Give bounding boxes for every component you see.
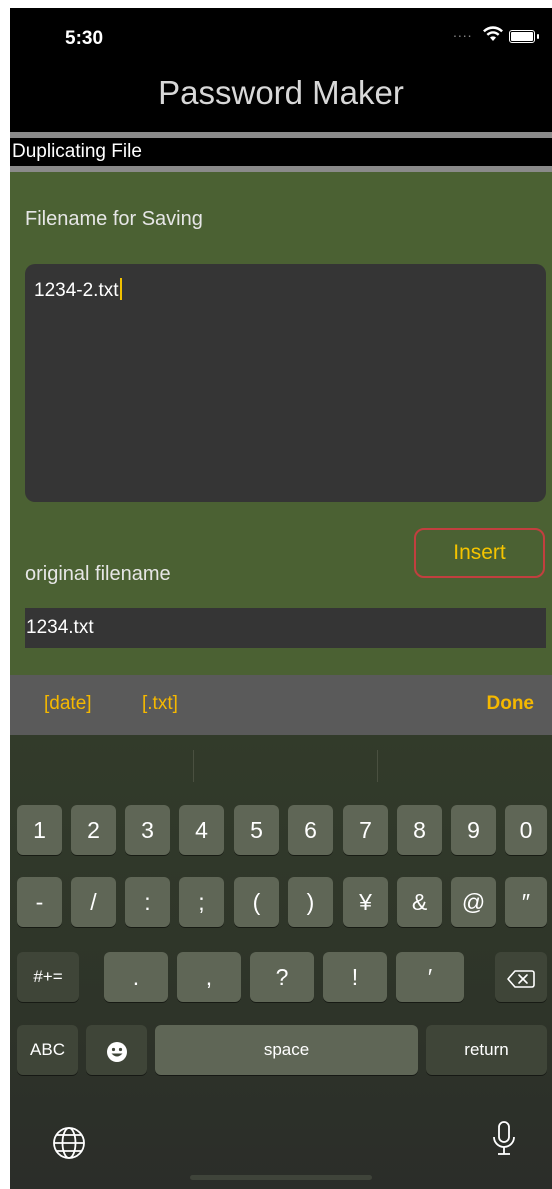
battery-icon [509, 30, 535, 43]
symbols-key[interactable]: #+= [17, 952, 79, 1002]
key-8[interactable]: 8 [397, 805, 442, 855]
key-close-paren[interactable]: ) [288, 877, 333, 927]
key-7[interactable]: 7 [343, 805, 388, 855]
prediction-divider [193, 750, 194, 782]
text-caret [119, 278, 122, 300]
home-indicator [190, 1175, 372, 1180]
prediction-divider [377, 750, 378, 782]
microphone-icon[interactable] [490, 1120, 518, 1160]
key-9[interactable]: 9 [451, 805, 496, 855]
saving-filename-input[interactable]: 1234-2.txt [25, 264, 546, 502]
key-slash[interactable]: / [71, 877, 116, 927]
key-4[interactable]: 4 [179, 805, 224, 855]
key-semicolon[interactable]: ; [179, 877, 224, 927]
insert-button[interactable]: Insert [414, 528, 545, 578]
key-hyphen[interactable]: - [17, 877, 62, 927]
key-prime[interactable]: ′ [396, 952, 464, 1002]
key-yen[interactable]: ¥ [343, 877, 388, 927]
battery-tip [537, 34, 539, 39]
original-filename-label: original filename [25, 563, 171, 585]
key-5[interactable]: 5 [234, 805, 279, 855]
key-3[interactable]: 3 [125, 805, 170, 855]
key-6[interactable]: 6 [288, 805, 333, 855]
status-time: 5:30 [65, 28, 104, 49]
key-0[interactable]: 0 [505, 805, 547, 855]
phone-screen: 5:30 .... Password Maker Duplicating Fil… [10, 8, 552, 1189]
done-button[interactable]: Done [487, 693, 535, 715]
delete-icon [507, 970, 535, 988]
space-key[interactable]: space [155, 1025, 418, 1075]
emoji-key[interactable] [86, 1025, 147, 1075]
key-2[interactable]: 2 [71, 805, 116, 855]
keyboard-toolbar: [date] [.txt] Done [10, 675, 552, 735]
status-bar: 5:30 .... [10, 8, 552, 66]
section-header: Duplicating File [10, 138, 552, 166]
key-comma[interactable]: , [177, 952, 241, 1002]
saving-filename-label: Filename for Saving [25, 208, 203, 230]
delete-key[interactable] [495, 952, 547, 1002]
keyboard: 1 2 3 4 5 6 7 8 9 0 - / : ; ( ) ¥ & @ ″ … [10, 735, 552, 1189]
page-title: Password Maker [158, 74, 404, 111]
form-panel: Filename for Saving 1234-2.txt Insert or… [10, 172, 552, 675]
key-at[interactable]: @ [451, 877, 496, 927]
key-period[interactable]: . [104, 952, 168, 1002]
original-filename-field: 1234.txt [25, 608, 546, 648]
signal-dots-icon: .... [453, 24, 473, 40]
saving-filename-value-wrap: 1234-2.txt [34, 278, 122, 302]
emoji-icon [106, 1041, 127, 1062]
key-question[interactable]: ? [250, 952, 314, 1002]
key-1[interactable]: 1 [17, 805, 62, 855]
key-double-quote[interactable]: ″ [505, 877, 547, 927]
wifi-icon [483, 26, 503, 41]
saving-filename-value: 1234-2.txt [34, 280, 119, 301]
globe-icon[interactable] [52, 1126, 86, 1160]
abc-key[interactable]: ABC [17, 1025, 78, 1075]
txt-token-button[interactable]: [.txt] [142, 693, 178, 715]
key-open-paren[interactable]: ( [234, 877, 279, 927]
date-token-button[interactable]: [date] [44, 693, 92, 715]
key-ampersand[interactable]: & [397, 877, 442, 927]
key-colon[interactable]: : [125, 877, 170, 927]
key-exclamation[interactable]: ! [323, 952, 387, 1002]
return-key[interactable]: return [426, 1025, 547, 1075]
